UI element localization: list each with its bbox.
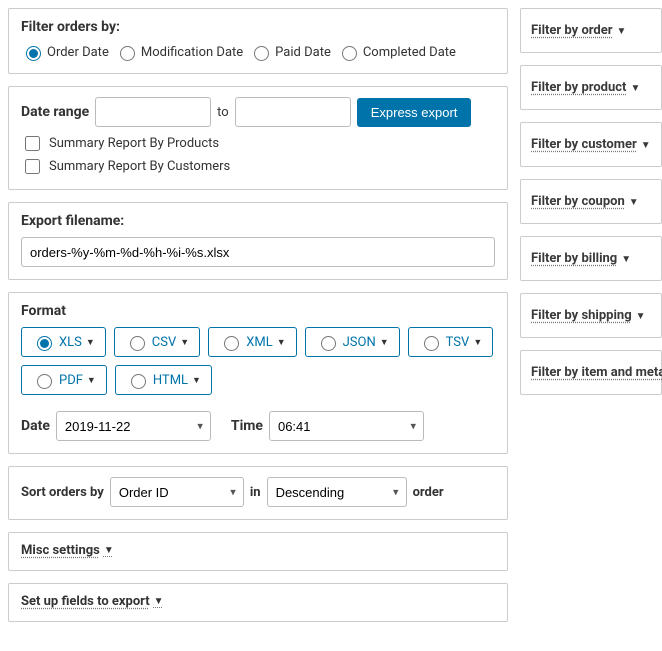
format-xls[interactable]: XLS▼ [21, 327, 106, 357]
format-panel: Format XLS▼ CSV▼ XML▼ JSON▼ TSV▼ PDF▼ HT… [8, 292, 508, 454]
format-tsv[interactable]: TSV▼ [408, 327, 494, 357]
side-filter-product[interactable]: Filter by product▼ [520, 65, 662, 110]
filter-orders-panel: Filter orders by: Order Date Modificatio… [8, 8, 508, 74]
sort-field-wrap[interactable]: Order ID [110, 477, 244, 507]
caret-down-icon: ▼ [473, 337, 482, 348]
side-filter-billing[interactable]: Filter by billing▼ [520, 236, 662, 281]
format-csv[interactable]: CSV▼ [114, 327, 200, 357]
sort-panel: Sort orders by Order ID in Descending or… [8, 466, 508, 520]
format-json[interactable]: JSON▼ [305, 327, 400, 357]
sort-field-select[interactable]: Order ID [110, 477, 244, 507]
format-html[interactable]: HTML▼ [115, 365, 212, 395]
summary-products-checkbox[interactable] [25, 136, 40, 151]
time-select-wrap[interactable]: 06:41 [269, 411, 424, 441]
side-filter-shipping[interactable]: Filter by shipping▼ [520, 293, 662, 338]
radio-modification-date-input[interactable] [120, 46, 135, 61]
date-label: Date [21, 418, 50, 434]
date-range-label: Date range [21, 104, 89, 120]
radio-order-date-input[interactable] [26, 46, 41, 61]
caret-down-icon: ▼ [180, 337, 189, 348]
setup-fields-toggle[interactable]: Set up fields to export▼ [21, 594, 164, 609]
radio-completed-date[interactable]: Completed Date [337, 43, 456, 61]
export-filename-panel: Export filename: [8, 202, 508, 280]
sort-label: Sort orders by [21, 485, 104, 500]
format-xml[interactable]: XML▼ [208, 327, 296, 357]
filter-orders-heading: Filter orders by: [21, 19, 495, 35]
side-filter-item-meta[interactable]: Filter by item and meta [520, 350, 662, 395]
side-filter-order[interactable]: Filter by order▼ [520, 8, 662, 53]
radio-modification-date[interactable]: Modification Date [115, 43, 243, 61]
caret-down-icon: ▼ [154, 596, 164, 607]
summary-products-row[interactable]: Summary Report By Products [21, 133, 495, 154]
date-range-row: Date range to Express export [21, 97, 495, 127]
sidebar: Filter by order▼ Filter by product▼ Filt… [520, 8, 662, 395]
format-pdf[interactable]: PDF▼ [21, 365, 107, 395]
sort-dir-select[interactable]: Descending [267, 477, 407, 507]
radio-order-date[interactable]: Order Date [21, 43, 109, 61]
side-filter-customer[interactable]: Filter by customer▼ [520, 122, 662, 167]
caret-down-icon: ▼ [192, 375, 201, 386]
caret-down-icon: ▼ [636, 311, 646, 322]
export-filename-input[interactable] [21, 237, 495, 267]
caret-down-icon: ▼ [621, 254, 631, 265]
misc-settings-toggle[interactable]: Misc settings▼ [21, 543, 114, 558]
radio-completed-date-input[interactable] [342, 46, 357, 61]
radio-paid-date[interactable]: Paid Date [249, 43, 331, 61]
date-time-row: Date 2019-11-22 Time 06:41 [21, 411, 495, 441]
date-to-label: to [217, 105, 229, 120]
express-export-button[interactable]: Express export [357, 98, 472, 127]
setup-fields-panel[interactable]: Set up fields to export▼ [8, 583, 508, 622]
radio-paid-date-input[interactable] [254, 46, 269, 61]
side-filter-coupon[interactable]: Filter by coupon▼ [520, 179, 662, 224]
caret-down-icon: ▼ [86, 337, 95, 348]
caret-down-icon: ▼ [277, 337, 286, 348]
date-to-input[interactable] [235, 97, 351, 127]
date-from-input[interactable] [95, 97, 211, 127]
sort-in-label: in [250, 485, 261, 500]
date-select-wrap[interactable]: 2019-11-22 [56, 411, 211, 441]
sort-dir-wrap[interactable]: Descending [267, 477, 407, 507]
time-label: Time [231, 418, 263, 434]
caret-down-icon: ▼ [629, 197, 639, 208]
date-select[interactable]: 2019-11-22 [56, 411, 211, 441]
caret-down-icon: ▼ [87, 375, 96, 386]
date-range-panel: Date range to Express export Summary Rep… [8, 86, 508, 190]
caret-down-icon: ▼ [380, 337, 389, 348]
caret-down-icon: ▼ [104, 545, 114, 556]
filter-orders-radios: Order Date Modification Date Paid Date C… [21, 43, 495, 61]
caret-down-icon: ▼ [617, 26, 627, 37]
caret-down-icon: ▼ [641, 140, 651, 151]
summary-customers-checkbox[interactable] [25, 159, 40, 174]
summary-customers-row[interactable]: Summary Report By Customers [21, 156, 495, 177]
time-select[interactable]: 06:41 [269, 411, 424, 441]
format-heading: Format [21, 303, 495, 319]
export-filename-heading: Export filename: [21, 213, 495, 229]
misc-settings-panel[interactable]: Misc settings▼ [8, 532, 508, 571]
sort-order-label: order [413, 485, 444, 500]
caret-down-icon: ▼ [630, 83, 640, 94]
format-options: XLS▼ CSV▼ XML▼ JSON▼ TSV▼ PDF▼ HTML▼ [21, 327, 495, 395]
